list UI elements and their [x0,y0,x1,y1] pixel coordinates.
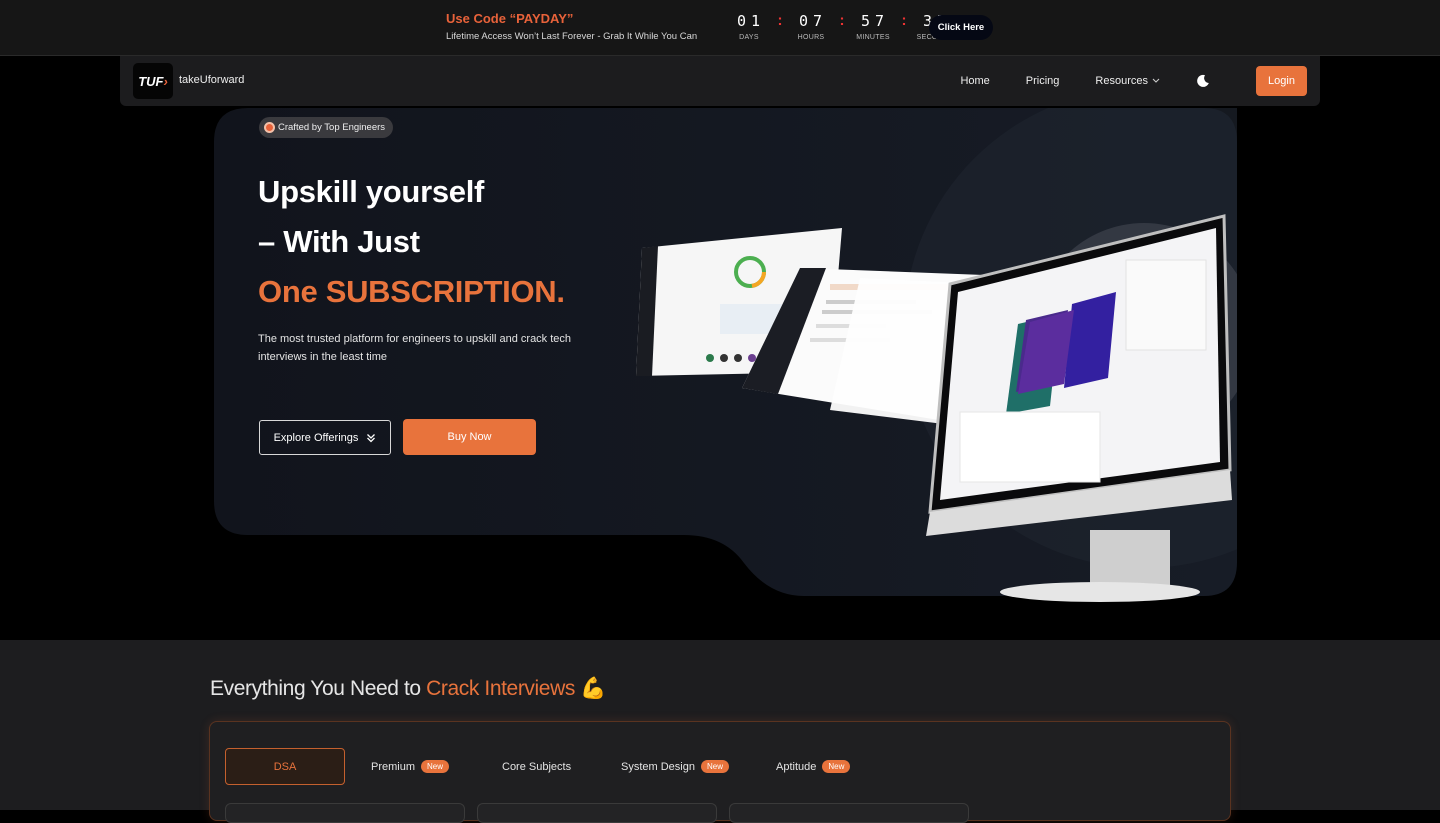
countdown-minutes: 57 MINUTES [856,12,890,41]
new-badge: New [700,760,729,773]
target-icon [264,122,275,133]
tab-dsa[interactable]: DSA [225,748,345,785]
new-badge: New [421,760,450,773]
chevron-down-icon [1152,78,1160,83]
hero-description: The most trusted platform for engineers … [258,333,572,363]
tab-premium[interactable]: Premium New [371,748,450,785]
offering-card[interactable] [477,803,717,823]
nav-link-resources[interactable]: Resources [1095,75,1160,87]
promo-banner: Use Code “PAYDAY” Lifetime Access Won’t … [0,0,1440,56]
tab-system-design[interactable]: System Design New [621,748,729,785]
hero-heading-line-3: One SUBSCRIPTION. [258,274,565,309]
promo-code: Use Code “PAYDAY” [446,11,574,26]
login-button[interactable]: Login [1256,66,1307,96]
double-chevron-down-icon [367,433,376,442]
flexed-biceps-icon: 💪 [580,677,607,700]
nav-links: Home Pricing Resources Login [960,56,1320,106]
promo-click-here-button[interactable]: Click Here [929,15,993,40]
buy-now-button[interactable]: Buy Now [403,419,536,455]
nav-link-pricing[interactable]: Pricing [1026,75,1060,87]
crafted-badge: Crafted by Top Engineers [259,117,394,138]
new-badge: New [822,760,851,773]
monitor-illustration [926,214,1232,602]
main-navbar: TUF › takeUforward Home Pricing Resources… [120,56,1320,106]
tab-aptitude[interactable]: Aptitude New [776,748,851,785]
countdown-separator: : [839,12,845,29]
brand-name[interactable]: takeUforward [179,74,244,86]
promo-text: Use Code “PAYDAY” Lifetime Access Won’t … [446,11,697,42]
offering-card[interactable] [729,803,969,823]
countdown-separator: : [777,12,783,29]
tuf-logo[interactable]: TUF › [133,63,173,99]
countdown-separator: : [901,12,907,29]
moon-icon[interactable] [1196,74,1210,88]
offerings-heading: Everything You Need to Crack Interviews … [210,677,607,700]
hero-heading-line-2: – With Just [258,224,420,259]
tab-core-subjects[interactable]: Core Subjects [502,748,571,785]
countdown-days: 01 DAYS [736,12,766,41]
nav-link-home[interactable]: Home [960,75,989,87]
countdown-hours: 07 HOURS [797,12,828,41]
offering-card[interactable] [225,803,465,823]
explore-offerings-button[interactable]: Explore Offerings [259,420,391,455]
countdown-timer: 01 DAYS : 07 HOURS : 57 MINUTES : 37 SEC… [730,12,954,41]
hero-heading-line-1: Upskill yourself [258,174,485,209]
promo-subtitle: Lifetime Access Won’t Last Forever - Gra… [446,31,698,42]
platform-preview-illustration [636,214,1232,602]
